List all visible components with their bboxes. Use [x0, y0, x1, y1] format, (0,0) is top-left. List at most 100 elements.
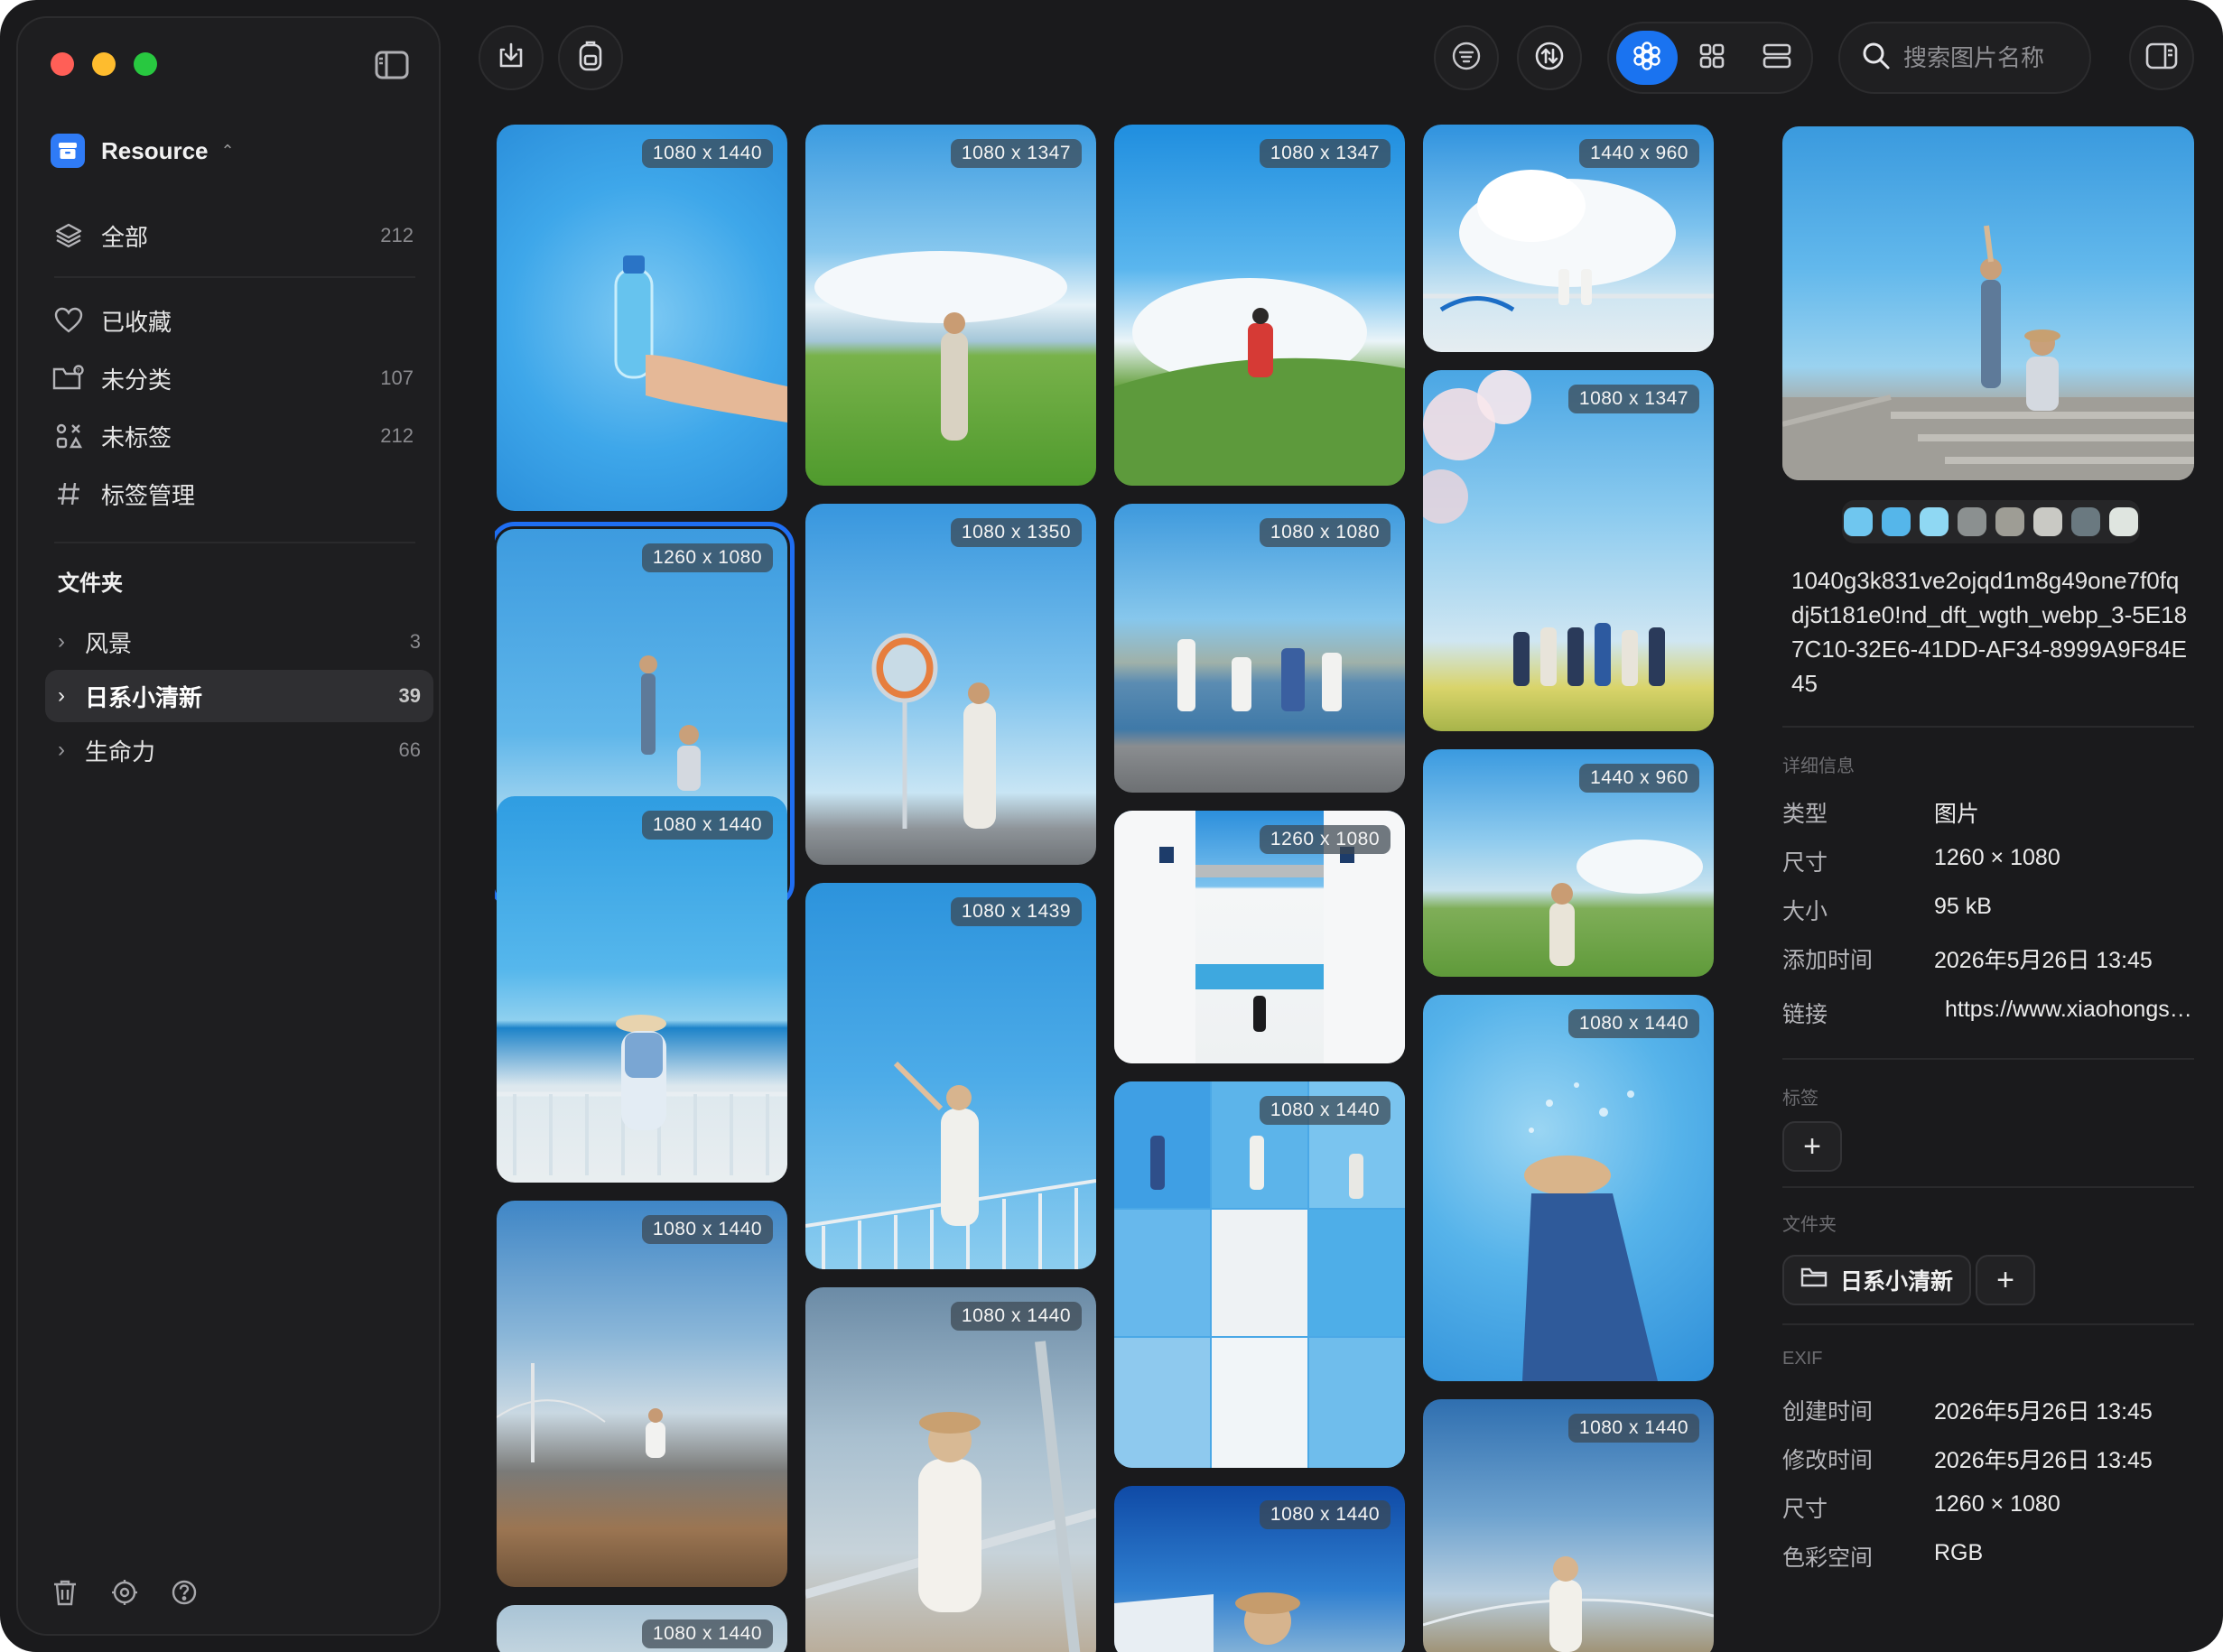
dimension-badge: 1080 x 1440 [1567, 1009, 1699, 1038]
photo-thumbnail [1423, 995, 1714, 1381]
exif-value: RGB [1934, 1540, 1984, 1565]
dimension-badge: 1080 x 1440 [641, 1620, 773, 1648]
color-swatch[interactable] [1844, 507, 1873, 536]
add-tag-button[interactable]: + [1782, 1121, 1842, 1172]
color-swatch[interactable] [2109, 507, 2138, 536]
dimension-badge: 1080 x 1439 [950, 897, 1082, 926]
close-window-button[interactable] [51, 52, 74, 76]
detail-key: 添加时间 [1782, 948, 1874, 973]
folder-label: 风景 [85, 629, 133, 657]
dimension-badge: 1440 x 960 [1579, 764, 1699, 793]
gallery-tile[interactable]: 1260 x 1080 [1114, 811, 1405, 1063]
inspector-divider [1782, 1186, 2194, 1188]
detail-row-size: 大小 95 kB [1782, 894, 2194, 926]
dimension-badge: 1260 x 1080 [1259, 825, 1391, 854]
sort-button[interactable] [1517, 25, 1582, 90]
chevron-right-icon[interactable]: › [58, 629, 85, 654]
gallery-tile[interactable]: 1080 x 1439 [805, 883, 1096, 1269]
chevron-right-icon[interactable]: › [58, 738, 85, 763]
dimension-badge: 1440 x 960 [1579, 139, 1699, 168]
gallery-tile[interactable]: 1080 x 1440 [1423, 995, 1714, 1381]
gallery-tile[interactable]: 1080 x 1440 [497, 1201, 787, 1587]
folder-item-japanese-fresh[interactable]: › 日系小清新 39 [45, 670, 433, 722]
color-swatch[interactable] [1958, 507, 1986, 536]
gallery-tile[interactable]: 1440 x 960 [1423, 125, 1714, 352]
source-link[interactable]: https://www.xiaohongshu.com [1934, 997, 2194, 1029]
photo-thumbnail [805, 883, 1096, 1269]
folder-item-scenery[interactable]: › 风景 3 [45, 616, 433, 668]
import-download-icon [496, 41, 526, 76]
import-button[interactable] [479, 25, 544, 90]
color-swatch[interactable] [2071, 507, 2100, 536]
dimension-badge: 1080 x 1440 [1259, 1500, 1391, 1529]
detail-value: 图片 [1934, 802, 1980, 827]
preview-image[interactable] [1782, 126, 2194, 480]
gallery-tile[interactable]: 1080 x 1080 [1114, 504, 1405, 793]
gallery-tile[interactable]: 1080 x 1347 [805, 125, 1096, 486]
inspector-divider [1782, 1323, 2194, 1325]
nav-untagged[interactable]: 未标签 212 [51, 412, 421, 460]
view-waterfall-button[interactable] [1616, 31, 1678, 85]
photo-thumbnail [497, 1201, 787, 1587]
nav-all[interactable]: 全部 212 [51, 211, 421, 260]
library-switcher[interactable]: Resource ⌃ [51, 134, 235, 168]
detail-row-dimensions: 尺寸 1260 × 1080 [1782, 845, 2194, 877]
minimize-window-button[interactable] [92, 52, 116, 76]
gallery-tile[interactable]: 1080 x 1440 [497, 125, 787, 511]
detail-row-link: 链接 https://www.xiaohongshu.com [1782, 997, 2194, 1029]
inspector-toggle-button[interactable] [2129, 25, 2194, 90]
gallery-tile[interactable]: 1080 x 1440 [1423, 1399, 1714, 1652]
gallery-tile[interactable]: 1080 x 1347 [1114, 125, 1405, 486]
add-to-folder-button[interactable]: + [1976, 1255, 2035, 1305]
archive-box-icon [51, 134, 85, 168]
search-box[interactable] [1838, 22, 2091, 94]
folder-chip[interactable]: 日系小清新 [1782, 1255, 1972, 1305]
dimension-badge: 1080 x 1440 [950, 1302, 1082, 1331]
color-swatch[interactable] [1920, 507, 1949, 536]
grid-icon [1698, 42, 1725, 74]
folder-item-vitality[interactable]: › 生命力 66 [45, 724, 433, 776]
trash-icon[interactable] [51, 1578, 79, 1607]
nav-uncategorized-label: 未分类 [101, 366, 172, 394]
detail-value: 95 kB [1934, 894, 1992, 919]
gallery-tile[interactable]: 1080 x 1440 [1114, 1486, 1405, 1652]
list-rows-icon [1762, 42, 1792, 74]
view-grid-button[interactable] [1681, 31, 1743, 85]
filter-button[interactable] [1434, 25, 1499, 90]
inspector-divider [1782, 1058, 2194, 1060]
nav-tag-management-label: 标签管理 [101, 481, 196, 509]
folder-chip-label: 日系小清新 [1840, 1269, 1954, 1295]
settings-gear-icon[interactable] [110, 1578, 139, 1607]
gallery-tile[interactable]: 1080 x 1350 [805, 504, 1096, 865]
zoom-window-button[interactable] [134, 52, 157, 76]
backpack-button[interactable] [558, 25, 623, 90]
help-icon[interactable] [170, 1578, 199, 1607]
search-input[interactable] [1903, 43, 2075, 72]
gallery-tile[interactable]: 1080 x 1440 [497, 1605, 787, 1652]
gallery-tile[interactable]: 1080 x 1347 [1423, 370, 1714, 731]
color-swatch[interactable] [1995, 507, 2024, 536]
gallery-tile[interactable]: 1440 x 960 [1423, 749, 1714, 977]
view-list-button[interactable] [1746, 31, 1808, 85]
photo-thumbnail [497, 125, 787, 511]
folders-section-title: 文件夹 [58, 571, 123, 596]
right-panel-icon [2145, 42, 2178, 75]
color-swatch[interactable] [1882, 507, 1911, 536]
detail-row-type: 类型 图片 [1782, 796, 2194, 829]
color-swatch[interactable] [2033, 507, 2062, 536]
hash-icon [51, 476, 87, 512]
nav-uncategorized[interactable]: ? 未分类 107 [51, 354, 421, 403]
gallery-tile[interactable]: 1080 x 1440 [1114, 1081, 1405, 1468]
nav-tag-management[interactable]: 标签管理 [51, 469, 421, 518]
folder-count: 66 [398, 738, 421, 761]
nav-favorites[interactable]: 已收藏 [51, 296, 421, 345]
nav-all-count: 212 [380, 224, 414, 246]
file-name[interactable]: 1040g3k831ve2ojqd1m8g49one7f0fqdj5t181e0… [1791, 563, 2189, 701]
gallery-tile[interactable]: 1080 x 1440 [497, 796, 787, 1183]
gallery-tile[interactable]: 1080 x 1440 [805, 1287, 1096, 1652]
sidebar-toggle-icon[interactable] [374, 49, 410, 81]
up-down-chevron-icon: ⌃ [220, 141, 235, 160]
photo-thumbnail [805, 1287, 1096, 1652]
chevron-right-icon[interactable]: › [58, 683, 85, 709]
nav-favorites-label: 已收藏 [101, 308, 172, 336]
